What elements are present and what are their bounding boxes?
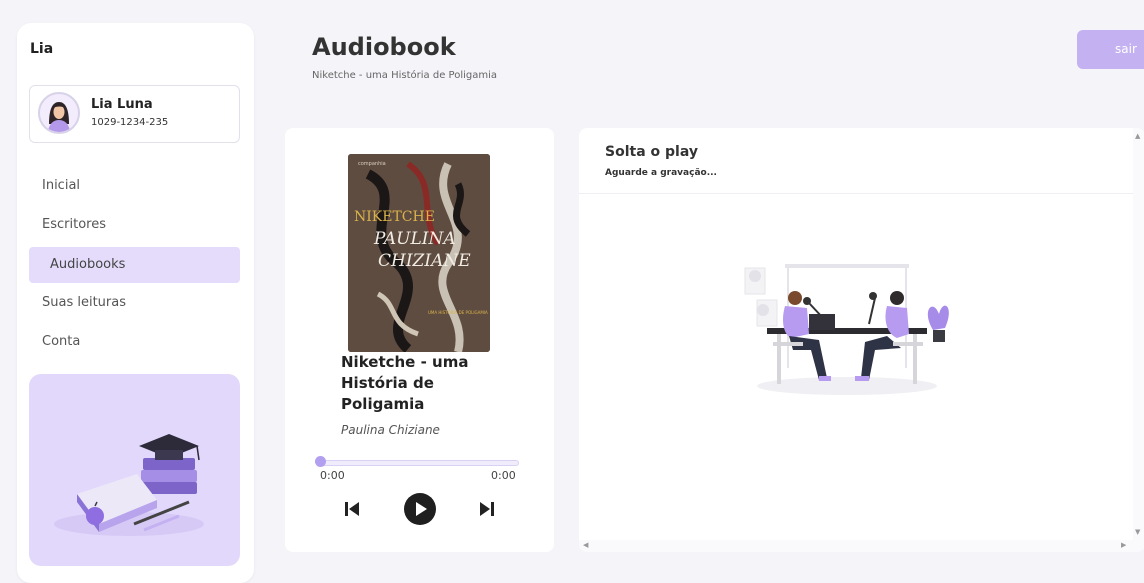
app-title: Lia [30, 41, 54, 57]
recording-status: Aguarde a gravação... [605, 168, 717, 178]
scroll-up-arrow-icon[interactable]: ▲ [1135, 132, 1140, 140]
current-time: 0:00 [320, 469, 345, 482]
book-title: Niketche - uma História de Poligamia [341, 353, 469, 413]
cover-author-last: CHIZIANE [378, 251, 471, 271]
skip-next-icon[interactable] [478, 499, 496, 523]
nav-item-escritores[interactable]: Escritores [29, 207, 240, 243]
nav-item-conta[interactable]: Conta [29, 324, 240, 360]
scroll-left-arrow-icon[interactable]: ◀ [583, 541, 588, 549]
recording-title: Solta o play [605, 144, 698, 160]
avatar [38, 92, 80, 134]
cover-publisher: companhia [358, 161, 386, 167]
play-icon[interactable] [403, 492, 437, 530]
horizontal-scrollbar[interactable] [579, 540, 1144, 552]
progress-handle[interactable] [315, 456, 326, 467]
user-card[interactable]: Lia Luna 1029-1234-235 [29, 85, 240, 143]
divider [579, 193, 1139, 194]
duration: 0:00 [491, 469, 516, 482]
user-name: Lia Luna [91, 97, 153, 112]
logout-button[interactable]: sair [1077, 30, 1144, 69]
promo-card [29, 374, 240, 566]
podcast-illustration [737, 258, 967, 407]
nav-item-suas-leituras[interactable]: Suas leituras [29, 285, 240, 321]
nav-item-inicial[interactable]: Inicial [29, 168, 240, 204]
cover-series: UMA HISTÓRIA DE POLIGAMIA [428, 310, 488, 315]
scroll-right-arrow-icon[interactable]: ▶ [1121, 541, 1126, 549]
book-author: Paulina Chiziane [341, 423, 440, 437]
books-illustration [54, 434, 204, 536]
cover-author-first: PAULINA [373, 229, 456, 249]
page-title: Audiobook [312, 33, 456, 61]
book-cover: companhia NIKETCHE PAULINA CHIZIANE UMA … [348, 154, 490, 352]
cover-title: NIKETCHE [354, 209, 435, 225]
sidebar: Lia Lia Luna 1029-1234-235 Inicial Escri… [17, 23, 254, 583]
progress-track[interactable] [320, 460, 519, 466]
player-card: companhia NIKETCHE PAULINA CHIZIANE UMA … [285, 128, 554, 552]
nav-item-audiobooks[interactable]: Audiobooks [29, 247, 240, 283]
vertical-scrollbar[interactable] [1133, 128, 1144, 540]
skip-previous-icon[interactable] [343, 499, 361, 523]
scroll-down-arrow-icon[interactable]: ▼ [1135, 528, 1140, 536]
page-subtitle: Niketche - uma História de Poligamia [312, 70, 497, 81]
recording-card: Solta o play Aguarde a gravação... ◀ ▶ ▲… [579, 128, 1144, 552]
user-id: 1029-1234-235 [91, 117, 169, 128]
